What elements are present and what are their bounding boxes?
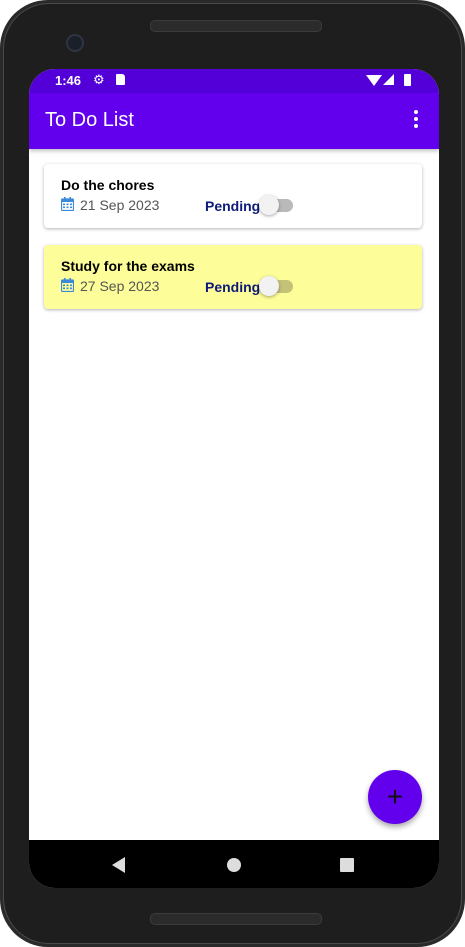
wifi-icon bbox=[366, 75, 382, 86]
signal-icon bbox=[383, 74, 394, 85]
switch-thumb bbox=[259, 195, 279, 215]
more-vert-icon[interactable] bbox=[410, 110, 422, 132]
bottom-speaker bbox=[150, 913, 322, 925]
battery-icon bbox=[404, 74, 411, 86]
top-speaker bbox=[150, 20, 322, 32]
add-task-button[interactable]: + bbox=[368, 770, 422, 824]
switch-thumb bbox=[259, 276, 279, 296]
task-date: 21 Sep 2023 bbox=[80, 197, 160, 213]
status-bar: 1:46 ⚙ bbox=[29, 69, 439, 93]
status-time: 1:46 bbox=[55, 73, 82, 88]
front-camera bbox=[66, 34, 84, 52]
calendar-icon bbox=[61, 197, 74, 211]
calendar-icon bbox=[61, 278, 74, 292]
task-card[interactable]: Do the chores 21 Sep 2023 Pending bbox=[44, 164, 422, 228]
task-status-switch[interactable] bbox=[259, 276, 293, 296]
navigation-bar bbox=[29, 840, 439, 888]
app-title: To Do List bbox=[45, 109, 134, 131]
settings-icon: ⚙ bbox=[93, 72, 105, 87]
phone-frame: 1:46 ⚙ To Do List Do the chores 21 Sep 2… bbox=[0, 0, 465, 947]
back-icon[interactable] bbox=[112, 857, 125, 873]
task-status-label: Pending bbox=[205, 279, 261, 295]
sd-card-icon bbox=[116, 74, 125, 85]
task-title: Do the chores bbox=[61, 177, 155, 193]
home-icon[interactable] bbox=[227, 858, 241, 872]
task-status-label: Pending bbox=[205, 198, 261, 214]
task-status-switch[interactable] bbox=[259, 195, 293, 215]
task-title: Study for the exams bbox=[61, 258, 195, 274]
task-card[interactable]: Study for the exams 27 Sep 2023 Pending bbox=[44, 245, 422, 309]
task-date: 27 Sep 2023 bbox=[80, 278, 160, 294]
recents-icon[interactable] bbox=[340, 858, 354, 872]
app-bar: To Do List bbox=[29, 93, 439, 149]
device-screen: 1:46 ⚙ To Do List Do the chores 21 Sep 2… bbox=[29, 69, 439, 888]
